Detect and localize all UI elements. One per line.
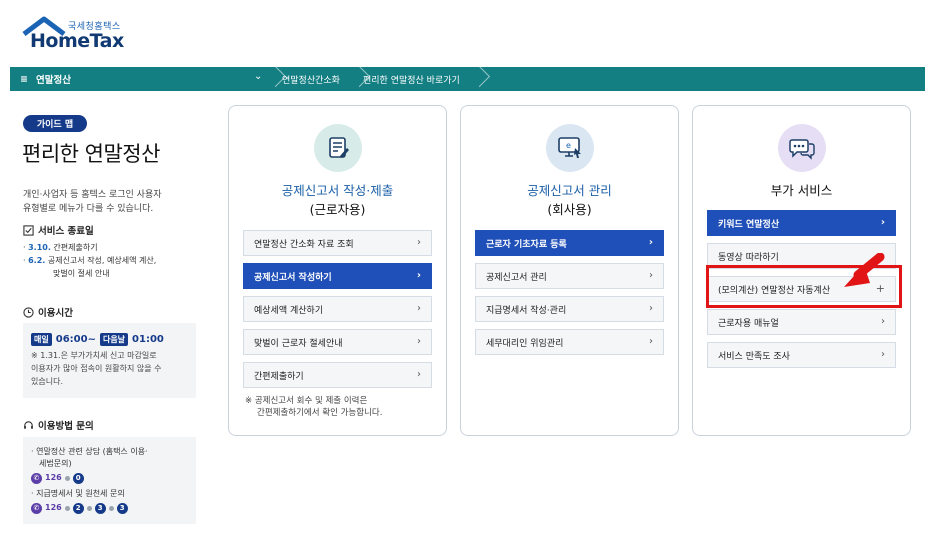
chevron-right-icon: ›: [881, 316, 885, 327]
usage-hours-heading: 이용시간: [23, 305, 73, 319]
breadcrumb-separator: [352, 67, 362, 91]
hours-end: 01:00: [132, 334, 164, 345]
inquiry-box: · 연말정산 관련 상담 (홈택스 이용· 세법문의) ✆ 126 0 · 지급…: [23, 437, 196, 524]
logo-title: HomeTax: [30, 30, 124, 52]
svg-text:e: e: [566, 141, 571, 150]
headset-icon: [24, 420, 33, 429]
phone-icon: ✆: [31, 502, 42, 514]
menu-item-payment-statement[interactable]: 지급명세서 작성·관리 ›: [475, 296, 664, 322]
phone-number-tax: ✆ 126 0: [31, 472, 188, 484]
hours-note: ※ 1.31.은 부가가치세 신고 마감일로 이용자가 많아 접속이 원활하지 …: [31, 351, 162, 386]
menu-item-employee-manual[interactable]: 근로자용 매뉴얼 ›: [707, 309, 896, 335]
chevron-down-icon[interactable]: ⌄: [254, 71, 262, 82]
card-title: 부가 서비스: [770, 183, 833, 198]
card-subtitle: (회사용): [547, 202, 592, 217]
inquiry-heading: 이용방법 문의: [23, 418, 94, 432]
menu-item-dual-income[interactable]: 맞벌이 근로자 절세안내 ›: [243, 329, 432, 355]
card-title: 공제신고서 관리: [527, 183, 612, 198]
daily-pill: 매일: [31, 333, 52, 346]
next-day-pill: 다음날: [99, 333, 129, 346]
breadcrumb-item-shortcut[interactable]: 편리한 연말정산 바로가기: [363, 73, 460, 86]
menu-item-simplified-lookup[interactable]: 연말정산 간소화 자료 조회 ›: [243, 230, 432, 256]
chevron-right-icon: ›: [649, 336, 653, 347]
card-title: 공제신고서 작성·제출: [281, 183, 394, 198]
computer-icon: e: [546, 124, 594, 172]
chevron-right-icon: ›: [880, 217, 885, 228]
breadcrumb-separator: [268, 67, 278, 91]
nav-menu-label: 연말정산: [35, 75, 71, 86]
red-arrow-icon: [844, 253, 885, 287]
menu-item-satisfaction-survey[interactable]: 서비스 만족도 조사 ›: [707, 342, 896, 368]
chevron-right-icon: ›: [417, 369, 421, 380]
breadcrumb-item-simplified[interactable]: 연말정산간소화: [282, 73, 340, 86]
checkbox-icon: [23, 224, 34, 236]
menu-item-manage-deduction[interactable]: 공제신고서 관리 ›: [475, 263, 664, 289]
breadcrumb-separator: [472, 67, 482, 91]
page-title: 편리한 연말정산: [22, 142, 160, 166]
usage-hours-box: 매일 06:00~ 다음날 01:00 ※ 1.31.은 부가가치세 신고 마감…: [23, 323, 196, 398]
chevron-right-icon: ›: [648, 237, 653, 248]
phone-icon: ✆: [31, 472, 42, 484]
service-end-list: · 3.10. 간편제출하기 · 6.2. 공제신고서 작성, 예상세액 계산,…: [23, 243, 157, 278]
chevron-right-icon: ›: [881, 349, 885, 360]
menu-item-estimate-tax[interactable]: 예상세액 계산하기 ›: [243, 296, 432, 322]
chevron-right-icon: ›: [417, 336, 421, 347]
nav-bar: ≡ 연말정산 ⌄ 연말정산간소화 편리한 연말정산 바로가기: [10, 67, 925, 91]
document-pen-icon: [314, 124, 362, 172]
hours-start: 06:00~: [55, 334, 96, 345]
guide-map-badge: 가이드 맵: [23, 115, 87, 132]
chevron-right-icon: ›: [416, 270, 421, 281]
chevron-right-icon: ›: [417, 303, 421, 314]
menu-item-register-employee[interactable]: 근로자 기초자료 등록 ›: [475, 230, 664, 256]
card-deduction-employee: 공제신고서 작성·제출 (근로자용) 연말정산 간소화 자료 조회 › 공제신고서…: [228, 105, 447, 436]
chat-bubble-icon: [778, 124, 826, 172]
clock-icon: [23, 306, 34, 318]
service-end-heading: 서비스 종료일: [23, 223, 94, 237]
menu-item-keyword[interactable]: 키워드 연말정산 ›: [707, 210, 896, 236]
hometax-logo[interactable]: 국세청홈택스 HomeTax: [22, 14, 132, 54]
nav-menu-button[interactable]: ≡ 연말정산: [20, 72, 71, 87]
menu-item-write-deduction[interactable]: 공제신고서 작성하기 ›: [243, 263, 432, 289]
chevron-right-icon: ›: [649, 303, 653, 314]
card-subtitle: (근로자용): [309, 202, 366, 217]
menu-item-easy-submit[interactable]: 간편제출하기 ›: [243, 362, 432, 388]
chevron-right-icon: ›: [417, 237, 421, 248]
intro-text: 개인·사업자 등 홈텍스 로그인 사용자 유형별로 메뉴가 다를 수 있습니다.: [23, 190, 162, 214]
card-deduction-company: e 공제신고서 관리 (회사용) 근로자 기초자료 등록 › 공제신고서 관리 › …: [460, 105, 679, 436]
menu-item-agent-delegation[interactable]: 세무대리인 위임관리 ›: [475, 329, 664, 355]
card-note: ※ 공제신고서 회수 및 제출 이력은 간편제출하기에서 확인 가능합니다.: [245, 396, 383, 418]
phone-number-withholding: ✆ 126 2 3 3: [31, 502, 188, 514]
hamburger-icon: ≡: [20, 73, 28, 85]
chevron-right-icon: ›: [649, 270, 653, 281]
